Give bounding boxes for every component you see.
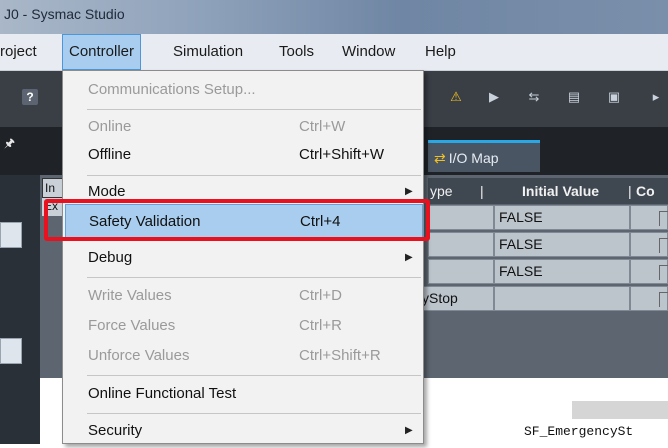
submenu-arrow-icon: ▶: [405, 425, 413, 436]
menu-controller[interactable]: Controller: [62, 34, 142, 70]
column-separator-2: |: [628, 183, 632, 199]
submenu-arrow-icon: ▶: [405, 252, 413, 263]
table-cell-initial[interactable]: FALSE: [494, 259, 630, 284]
table-cell-constant[interactable]: [630, 259, 668, 284]
menu-bar: roject Controller Simulation Tools Windo…: [0, 34, 668, 71]
more-icon[interactable]: ▸: [648, 89, 664, 105]
window-title: J0 - Sysmac Studio: [4, 6, 125, 22]
title-bar: J0 - Sysmac Studio: [0, 0, 668, 34]
checkbox[interactable]: [659, 292, 668, 307]
table-cell-constant[interactable]: [630, 232, 668, 257]
sync-icon[interactable]: ⇆: [526, 89, 542, 105]
grid-header: ype | Initial Value | Co: [428, 178, 668, 204]
checkbox[interactable]: [659, 238, 668, 253]
table-cell-constant[interactable]: [630, 205, 668, 230]
menu-item-debug[interactable]: Debug ▶: [63, 241, 423, 275]
io-map-icon: ⇄: [434, 150, 446, 166]
side-button-2[interactable]: [0, 338, 22, 364]
menu-help[interactable]: Help: [425, 34, 456, 70]
column-type[interactable]: ype: [430, 178, 453, 204]
menu-item-force-values[interactable]: Force Values Ctrl+R: [63, 309, 423, 343]
table-cell-constant[interactable]: [630, 286, 668, 311]
menu-separator: [87, 277, 421, 278]
menu-item-write-values[interactable]: Write Values Ctrl+D: [63, 279, 423, 313]
menu-item-communications-setup[interactable]: Communications Setup...: [63, 73, 423, 107]
highlight-annotation-box: [44, 199, 430, 241]
column-initial-value[interactable]: Initial Value: [522, 178, 599, 204]
menu-tools[interactable]: Tools: [279, 34, 314, 70]
left-panel: [0, 175, 40, 444]
tab-io-map[interactable]: ⇄ I/O Map: [428, 140, 540, 172]
menu-item-unforce-values[interactable]: Unforce Values Ctrl+Shift+R: [63, 339, 423, 373]
menu-separator: [87, 375, 421, 376]
controller-menu: Communications Setup... Online Ctrl+W Of…: [62, 70, 424, 444]
side-button-1[interactable]: [0, 222, 22, 248]
transfer-icon[interactable]: ▤: [566, 89, 582, 105]
menu-item-offline[interactable]: Offline Ctrl+Shift+W: [63, 138, 423, 172]
table-cell-type[interactable]: [428, 232, 494, 257]
safety-icon[interactable]: ⚠: [448, 89, 464, 105]
menu-project[interactable]: roject: [0, 34, 37, 70]
menu-window[interactable]: Window: [342, 34, 395, 70]
menu-item-online-functional-test[interactable]: Online Functional Test: [63, 377, 423, 411]
table-cell-initial[interactable]: [494, 286, 630, 311]
checkbox[interactable]: [659, 211, 668, 226]
help-icon[interactable]: ?: [22, 89, 38, 105]
pin-icon[interactable]: 🖈: [4, 134, 15, 155]
function-block-name: SF_EmergencySt: [524, 424, 634, 439]
table-cell-initial[interactable]: FALSE: [494, 232, 630, 257]
in-label: In: [42, 178, 64, 198]
table-cell-type[interactable]: [428, 205, 494, 230]
function-block-header: [572, 401, 668, 419]
compare-icon[interactable]: ▣: [606, 89, 622, 105]
table-cell-type[interactable]: [428, 259, 494, 284]
menu-item-security[interactable]: Security ▶: [63, 414, 423, 448]
column-separator: |: [480, 183, 484, 199]
checkbox[interactable]: [659, 265, 668, 280]
column-constant[interactable]: Co: [636, 178, 655, 204]
step-icon[interactable]: ▶: [486, 89, 502, 105]
table-cell-initial[interactable]: FALSE: [494, 205, 630, 230]
tab-io-map-label: I/O Map: [448, 150, 499, 166]
menu-simulation[interactable]: Simulation: [173, 34, 243, 70]
